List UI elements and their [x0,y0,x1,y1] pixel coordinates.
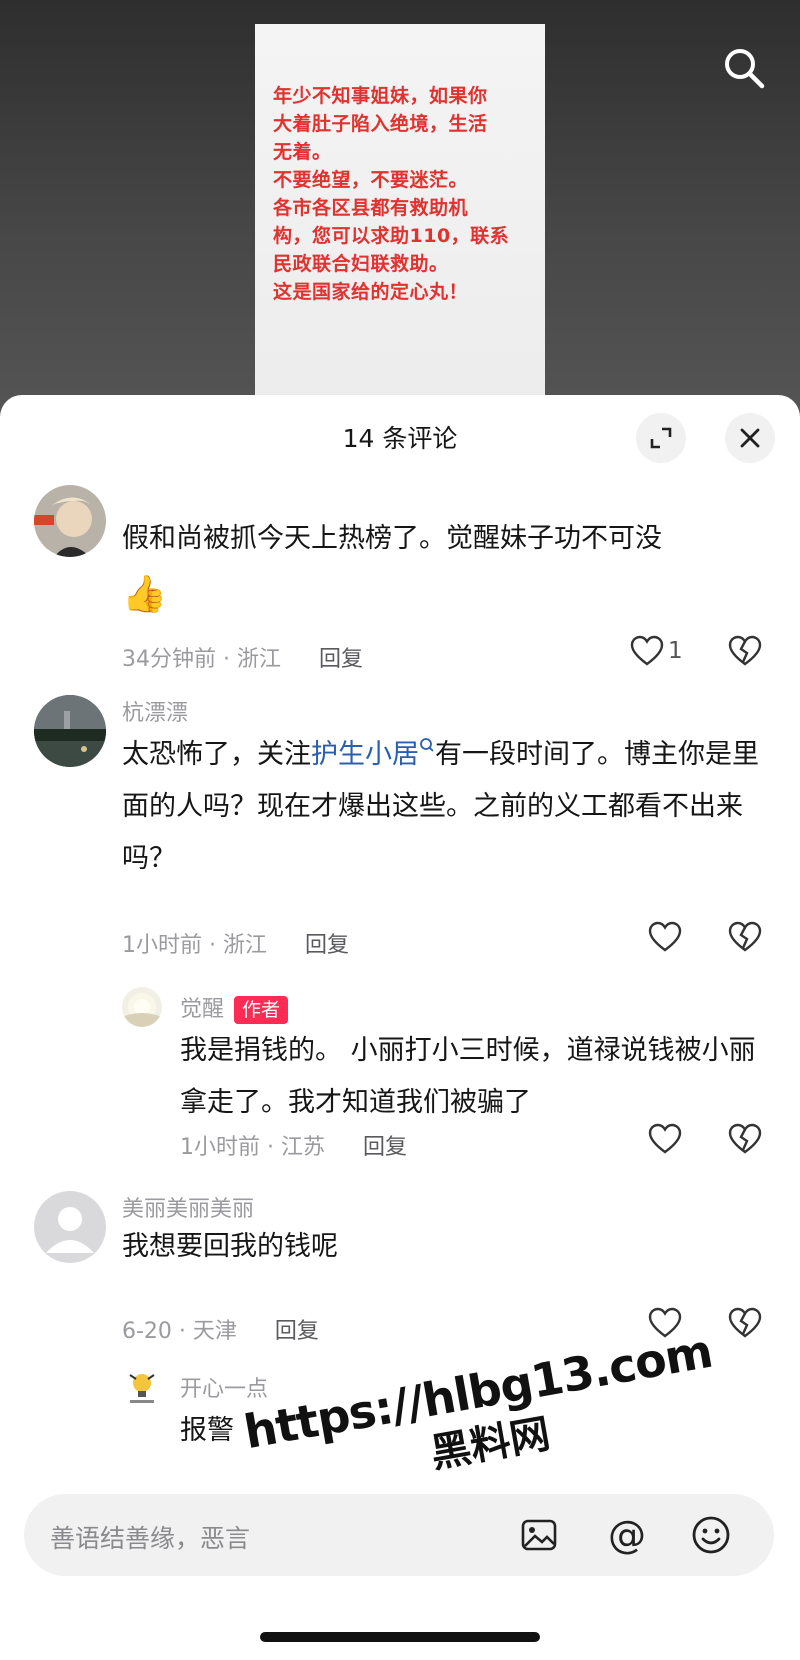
username[interactable]: 开心一点 [180,1371,268,1403]
comment-meta: 6-20 · 天津 回复 [122,1313,319,1345]
like-count: 1 [668,638,683,664]
comment-time-location: 6-20 · 天津 [122,1319,237,1344]
video-player[interactable]: 年少不知事姐妹，如果你 大着肚子陷入绝境，生活 无着。 不要绝望，不要迷茫。 各… [0,0,800,424]
broken-heart-icon [728,1123,762,1154]
username[interactable]: 觉醒 作者 [180,991,289,1024]
dislike-button[interactable] [728,1123,762,1159]
emoji-button[interactable] [686,1510,736,1560]
emoji-icon [692,1516,730,1554]
broken-heart-icon [728,921,762,952]
search-button[interactable] [718,42,770,94]
username[interactable]: 杭漂漂 [122,695,188,727]
comment-time-location: 1小时前 · 江苏 [180,1135,325,1160]
comment-input-bar[interactable]: 善语结善缘，恶言 @ [24,1494,774,1576]
dislike-button[interactable] [728,921,762,957]
search-icon [420,738,434,752]
comment-meta: 34分钟前 · 浙江 回复 [122,641,363,673]
like-button[interactable] [648,1123,682,1155]
reply-button[interactable]: 回复 [363,1129,407,1161]
expand-button[interactable] [636,413,686,463]
image-button[interactable] [514,1510,564,1560]
comment-input[interactable]: 善语结善缘，恶言 [50,1519,250,1555]
mention-link[interactable]: 护生小居 [311,738,435,770]
search-icon [725,49,765,89]
heart-icon [630,635,664,666]
comment-time-location: 34分钟前 · 浙江 [122,647,281,672]
avatar[interactable] [34,1191,106,1263]
author-badge: 作者 [234,996,289,1024]
reply-button[interactable]: 回复 [275,1313,319,1345]
comment-meta: 1小时前 · 江苏 回复 [180,1129,407,1161]
home-indicator [260,1632,540,1642]
broken-heart-icon [728,635,762,666]
expand-icon [650,427,672,449]
video-overlay-text: 年少不知事姐妹，如果你 大着肚子陷入绝境，生活 无着。 不要绝望，不要迷茫。 各… [273,85,510,303]
close-icon [740,428,760,448]
sheet-header: 14 条评论 [0,395,800,473]
avatar[interactable] [34,695,106,767]
avatar[interactable] [122,1367,162,1407]
thumbs-up-emoji: 👍 [122,574,167,615]
comment-text: 假和尚被抓今天上热榜了。觉醒妹子功不可没 [122,523,662,554]
reply-button[interactable]: 回复 [305,927,349,959]
avatar[interactable] [122,987,162,1027]
comment-time-location: 1小时前 · 浙江 [122,933,267,958]
video-frame: 年少不知事姐妹，如果你 大着肚子陷入绝境，生活 无着。 不要绝望，不要迷茫。 各… [255,24,545,424]
close-button[interactable] [725,413,775,463]
dislike-button[interactable] [728,635,762,671]
comment-text: 我想要回我的钱呢 [122,1231,338,1262]
heart-icon [648,1123,682,1154]
comment-meta: 1小时前 · 浙江 回复 [122,927,349,959]
username[interactable]: 美丽美丽美丽 [122,1191,254,1223]
comment-text: 我是捐钱的。 小丽打小三时候，道禄说钱被小丽拿走了。我才知道我们被骗了 [180,1035,756,1118]
like-button[interactable]: 1 [630,635,683,667]
reply-button[interactable]: 回复 [319,641,363,673]
like-button[interactable] [648,921,682,953]
avatar[interactable] [34,485,106,557]
at-icon: @ [608,1513,646,1557]
comment-text: 太恐怖了，关注护生小居 有一段时间了。博主你是里面的人吗？现在才爆出这些。之前的义… [122,738,759,874]
image-icon [521,1519,557,1551]
mention-button[interactable]: @ [602,1510,652,1560]
heart-icon [648,921,682,952]
